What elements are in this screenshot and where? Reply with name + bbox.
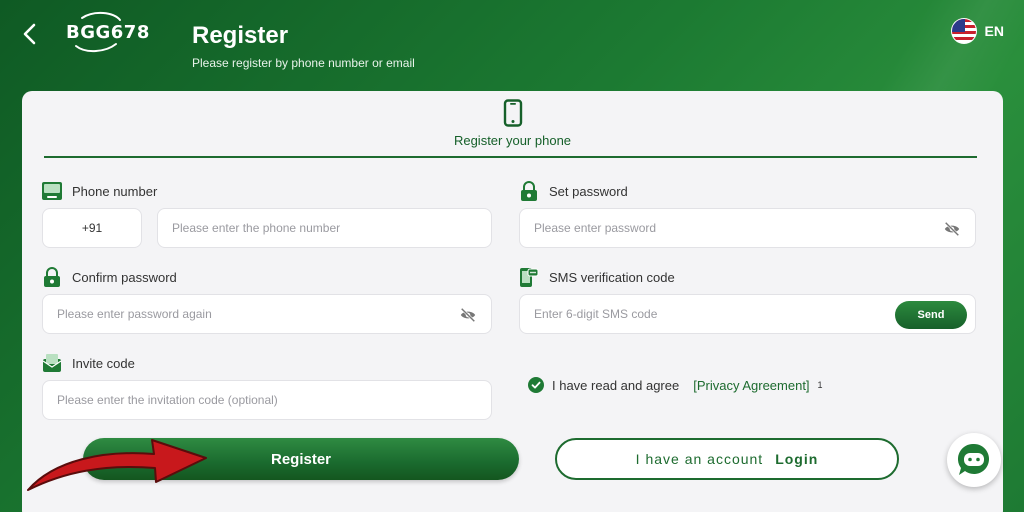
confirm-password-input-box	[42, 294, 492, 334]
lock-icon	[44, 267, 60, 287]
set-password-label: Set password	[519, 181, 628, 201]
tab-underline	[44, 156, 977, 158]
set-password-input[interactable]	[534, 221, 961, 235]
agreement-superscript: 1	[817, 380, 823, 390]
tab-label: Register your phone	[453, 133, 572, 148]
set-password-input-box	[519, 208, 976, 248]
us-flag-icon	[950, 18, 977, 44]
page-title: Register	[192, 22, 289, 49]
phone-icon	[503, 99, 522, 127]
agreement-row: I have read and agree [Privacy Agreement…	[528, 377, 823, 393]
header: BGG678 Register Please register by phone…	[0, 0, 1024, 90]
agreement-checkbox[interactable]	[528, 377, 544, 393]
invite-code-label-text: Invite code	[72, 355, 135, 371]
back-button[interactable]	[16, 20, 44, 48]
tab-register-phone[interactable]: Register your phone	[22, 99, 1003, 148]
sms-code-label-text: SMS verification code	[549, 269, 675, 285]
confirm-password-label: Confirm password	[42, 267, 177, 287]
confirm-password-label-text: Confirm password	[72, 269, 177, 285]
login-prefix-text: I have an account	[635, 451, 764, 467]
sms-code-label: SMS verification code	[519, 267, 675, 287]
phone-label-text: Phone number	[72, 183, 158, 199]
eye-hidden-icon[interactable]	[943, 220, 961, 238]
agreement-text: I have read and agree	[552, 377, 680, 393]
check-icon	[531, 381, 541, 389]
phone-card-icon	[42, 182, 62, 200]
chat-button[interactable]	[947, 433, 1001, 487]
login-text: Login	[775, 451, 819, 467]
sms-phone-icon	[520, 268, 539, 287]
page-subtitle: Please register by phone number or email	[192, 56, 415, 70]
country-code-select[interactable]: +91	[42, 208, 142, 248]
country-code-value: +91	[81, 221, 103, 235]
language-selector[interactable]: EN	[950, 18, 1004, 44]
eye-hidden-icon[interactable]	[459, 306, 477, 324]
lock-icon	[521, 181, 537, 201]
confirm-password-input[interactable]	[57, 307, 477, 321]
chat-bubble-icon	[957, 443, 989, 475]
login-button[interactable]: I have an account Login	[555, 438, 899, 480]
invite-code-input-box	[42, 380, 492, 420]
invite-icon	[42, 354, 62, 372]
phone-input-box	[157, 208, 492, 248]
chevron-left-icon	[23, 23, 36, 45]
sms-code-input[interactable]	[534, 307, 874, 321]
send-code-button[interactable]: Send	[895, 301, 967, 329]
language-label: EN	[984, 23, 1004, 39]
arrow-pointer-icon	[27, 439, 207, 491]
set-password-label-text: Set password	[549, 183, 628, 199]
phone-input[interactable]	[172, 221, 477, 235]
invite-code-label: Invite code	[42, 353, 135, 373]
privacy-agreement-link[interactable]: [Privacy Agreement]	[693, 378, 809, 393]
logo: BGG678	[66, 22, 150, 43]
invite-code-input[interactable]	[57, 393, 477, 407]
phone-label: Phone number	[42, 181, 157, 201]
sms-code-input-box: Send	[519, 294, 976, 334]
